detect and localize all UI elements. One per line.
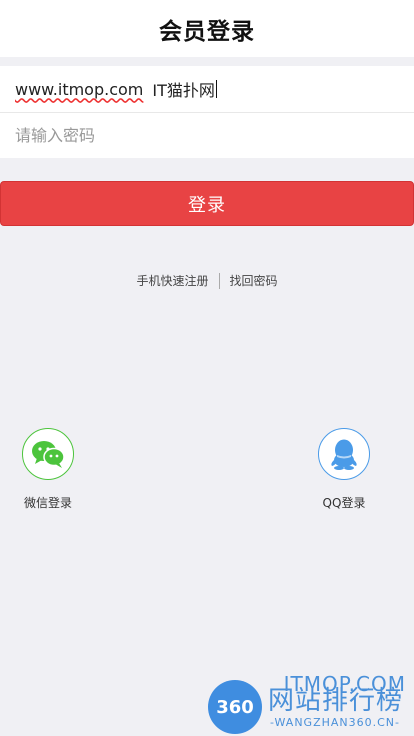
username-url-text: www.itmop.com [15,79,144,99]
watermark-subtitle: -WANGZHAN360.CN- [270,716,401,729]
login-form: www.itmop.com IT猫扑网 [0,66,414,158]
links-divider [218,272,220,289]
watermark-logo: 360 [208,680,262,734]
page-title: 会员登录 [159,18,255,45]
page-header: 会员登录 [0,0,414,57]
login-button[interactable]: 登录 [0,181,414,226]
password-field[interactable] [15,126,399,145]
auxiliary-links: 手机快速注册 找回密码 [0,272,414,289]
username-suffix-text: IT猫扑网 [152,81,215,100]
username-field[interactable]: www.itmop.com IT猫扑网 [15,77,217,101]
watermark: ITMOP.COM 360 网站排行榜 -WANGZHAN360.CN- [200,672,414,736]
watermark-title: 网站排行榜 [268,686,404,716]
wechat-login-label: 微信登录 [23,496,72,510]
text-caret [215,80,217,98]
qq-icon[interactable] [318,428,370,480]
qq-login-button[interactable]: QQ登录 [318,428,370,511]
wechat-login-button[interactable]: 微信登录 [22,428,74,511]
recover-password-link[interactable]: 找回密码 [230,272,278,289]
register-link[interactable]: 手机快速注册 [136,272,208,289]
password-row[interactable] [0,112,414,158]
qq-login-label: QQ登录 [322,496,366,510]
username-row[interactable]: www.itmop.com IT猫扑网 [0,66,414,112]
wechat-icon[interactable] [22,428,74,480]
